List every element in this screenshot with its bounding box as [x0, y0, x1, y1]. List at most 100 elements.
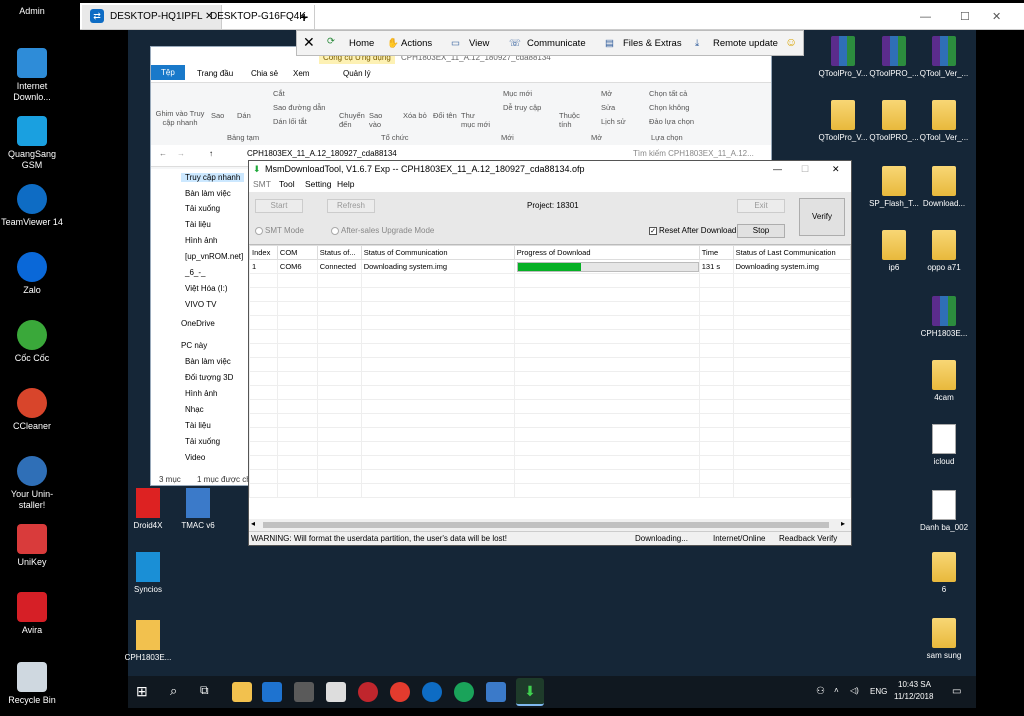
desktop-shortcut[interactable]: CCleaner	[0, 388, 64, 432]
desktop-shortcut[interactable]: Internet Downlo...	[0, 48, 64, 103]
remote-desktop-item[interactable]: QTool_Ver_...	[916, 100, 972, 143]
scroll-right-icon[interactable]: ▸	[841, 519, 845, 528]
remote-desktop-item[interactable]: 6	[916, 552, 972, 595]
nav-item[interactable]: PC này	[181, 341, 207, 350]
speaker-icon[interactable]: ◁)	[850, 686, 859, 695]
remote-desktop-item[interactable]: sam sung	[916, 618, 972, 661]
close-session-icon[interactable]: ✕	[303, 34, 315, 51]
invert-selection-button[interactable]: Đảo lựa chọn	[649, 117, 694, 126]
clock-date[interactable]: 11/12/2018	[894, 692, 933, 701]
desktop-shortcut[interactable]: Your Unin-staller!	[0, 456, 64, 511]
nav-item[interactable]: Hình ảnh	[185, 389, 217, 398]
file-explorer-icon[interactable]	[232, 682, 252, 702]
close-icon[interactable]: ✕	[992, 5, 1001, 29]
new-folder-button[interactable]: Thư mục mới	[461, 111, 491, 129]
remote-desktop-shortcut[interactable]: CPH1803E...	[120, 620, 176, 663]
select-none-button[interactable]: Chọn không	[649, 103, 689, 112]
nav-item[interactable]: Bàn làm việc	[185, 357, 231, 366]
reset-after-checkbox[interactable]: ✓	[649, 227, 657, 235]
smiley-icon[interactable]: ☺	[785, 35, 797, 49]
communicate-button[interactable]: Communicate	[527, 38, 586, 49]
remote-desktop-item[interactable]: QTool_Ver_...	[916, 36, 972, 79]
paste-shortcut-button[interactable]: Dán lối tắt	[273, 117, 307, 126]
tab-share[interactable]: Chia sẻ	[251, 69, 278, 78]
remote-desktop-item[interactable]: ip6	[866, 230, 922, 273]
nav-item[interactable]: Video	[185, 453, 205, 462]
move-to-button[interactable]: Chuyển đến	[339, 111, 369, 129]
nav-item[interactable]: Việt Hóa (I:)	[185, 284, 228, 293]
back-icon[interactable]: ←	[159, 149, 167, 158]
new-item-button[interactable]: Mục mới	[503, 89, 532, 98]
remote-update-button[interactable]: Remote update	[713, 38, 778, 49]
app-red-icon[interactable]	[358, 682, 378, 702]
after-sales-radio[interactable]	[331, 227, 339, 235]
search-input[interactable]: Tìm kiếm CPH1803EX_11_A.12...	[633, 149, 771, 158]
nav-item[interactable]: Tài liệu	[185, 421, 211, 430]
remote-desktop-item[interactable]: QToolPro_V...	[815, 36, 871, 79]
copy-button[interactable]: Sao	[211, 111, 224, 120]
remote-desktop-item[interactable]: SP_Flash_T...	[866, 166, 922, 209]
clock-time[interactable]: 10:43 SA	[898, 680, 931, 689]
refresh-button[interactable]: Refresh	[327, 199, 375, 213]
remote-desktop-item[interactable]: oppo a71	[916, 230, 972, 273]
view-button[interactable]: View	[469, 38, 489, 49]
edit-button[interactable]: Sửa	[601, 103, 615, 112]
minimize-icon[interactable]: —	[773, 161, 782, 178]
files-extras-button[interactable]: Files & Extras	[623, 38, 682, 49]
stop-button[interactable]: Stop	[737, 224, 785, 238]
desktop-shortcut[interactable]: Admin	[0, 6, 64, 17]
menu-help[interactable]: Help	[337, 179, 354, 189]
nav-item[interactable]: OneDrive	[181, 319, 215, 328]
language-indicator[interactable]: ENG	[870, 687, 887, 696]
minimize-icon[interactable]: —	[920, 5, 931, 29]
nav-item[interactable]: Tải xuống	[185, 437, 220, 446]
nav-item[interactable]: Hình ảnh	[185, 236, 217, 245]
desktop-shortcut[interactable]: Cốc Cốc	[0, 320, 64, 364]
nav-item[interactable]: Truy cập nhanh	[181, 173, 245, 182]
mail-icon[interactable]	[326, 682, 346, 702]
rename-button[interactable]: Đổi tên	[433, 111, 457, 120]
people-icon[interactable]: ⚇	[816, 686, 825, 697]
exit-button[interactable]: Exit	[737, 199, 785, 213]
tmac-icon[interactable]	[486, 682, 506, 702]
search-icon[interactable]: ⌕	[170, 683, 177, 699]
cut-button[interactable]: Cắt	[273, 89, 285, 98]
select-all-button[interactable]: Chọn tất cả	[649, 89, 687, 98]
tab-manage[interactable]: Quản lý	[343, 69, 371, 78]
tab-home[interactable]: Trang đầu	[197, 69, 233, 78]
teamviewer-icon[interactable]	[422, 682, 442, 702]
col-status[interactable]: Status of...	[316, 245, 362, 260]
desktop-shortcut[interactable]: Zalo	[0, 252, 64, 296]
col-com[interactable]: COM	[276, 245, 318, 260]
start-icon[interactable]: ⊞	[136, 683, 148, 700]
new-tab-button[interactable]: +	[300, 5, 308, 29]
remote-desktop-item[interactable]: icloud	[916, 424, 972, 467]
forward-icon[interactable]: →	[177, 149, 185, 158]
nav-item[interactable]: VIVO TV	[185, 300, 216, 309]
maximize-icon[interactable]: ☐	[801, 161, 809, 178]
col-time[interactable]: Time	[698, 245, 734, 260]
up-icon[interactable]: ↑	[209, 149, 213, 158]
start-button[interactable]: Start	[255, 199, 303, 213]
tab-file[interactable]: Tệp	[151, 65, 185, 80]
menu-setting[interactable]: Setting	[305, 179, 331, 189]
smt-mode-radio[interactable]	[255, 227, 263, 235]
nav-item[interactable]: Tài liệu	[185, 220, 211, 229]
remote-desktop-item[interactable]: CPH1803E...	[916, 296, 972, 339]
desktop-shortcut[interactable]: UniKey	[0, 524, 64, 568]
store-icon[interactable]	[294, 682, 314, 702]
desktop-shortcut[interactable]: TeamViewer 14	[0, 184, 64, 228]
edge-icon[interactable]	[262, 682, 282, 702]
col-communication[interactable]: Status of Communication	[360, 245, 515, 260]
delete-button[interactable]: Xóa bỏ	[403, 111, 427, 120]
scrollbar-thumb[interactable]	[263, 522, 829, 528]
nav-item[interactable]: Tải xuống	[185, 204, 220, 213]
task-view-icon[interactable]: ⧉	[200, 683, 209, 698]
easy-access-button[interactable]: Dễ truy cập	[503, 103, 541, 112]
msm-download-taskbar-icon[interactable]: ⬇	[516, 678, 544, 706]
menu-smt[interactable]: SMT	[253, 179, 271, 189]
home-button[interactable]: Home	[349, 38, 374, 49]
paste-button[interactable]: Dán	[237, 111, 251, 120]
nav-item[interactable]: _6_-_	[185, 268, 205, 277]
horizontal-scrollbar[interactable]: ◂ ▸	[249, 519, 851, 531]
